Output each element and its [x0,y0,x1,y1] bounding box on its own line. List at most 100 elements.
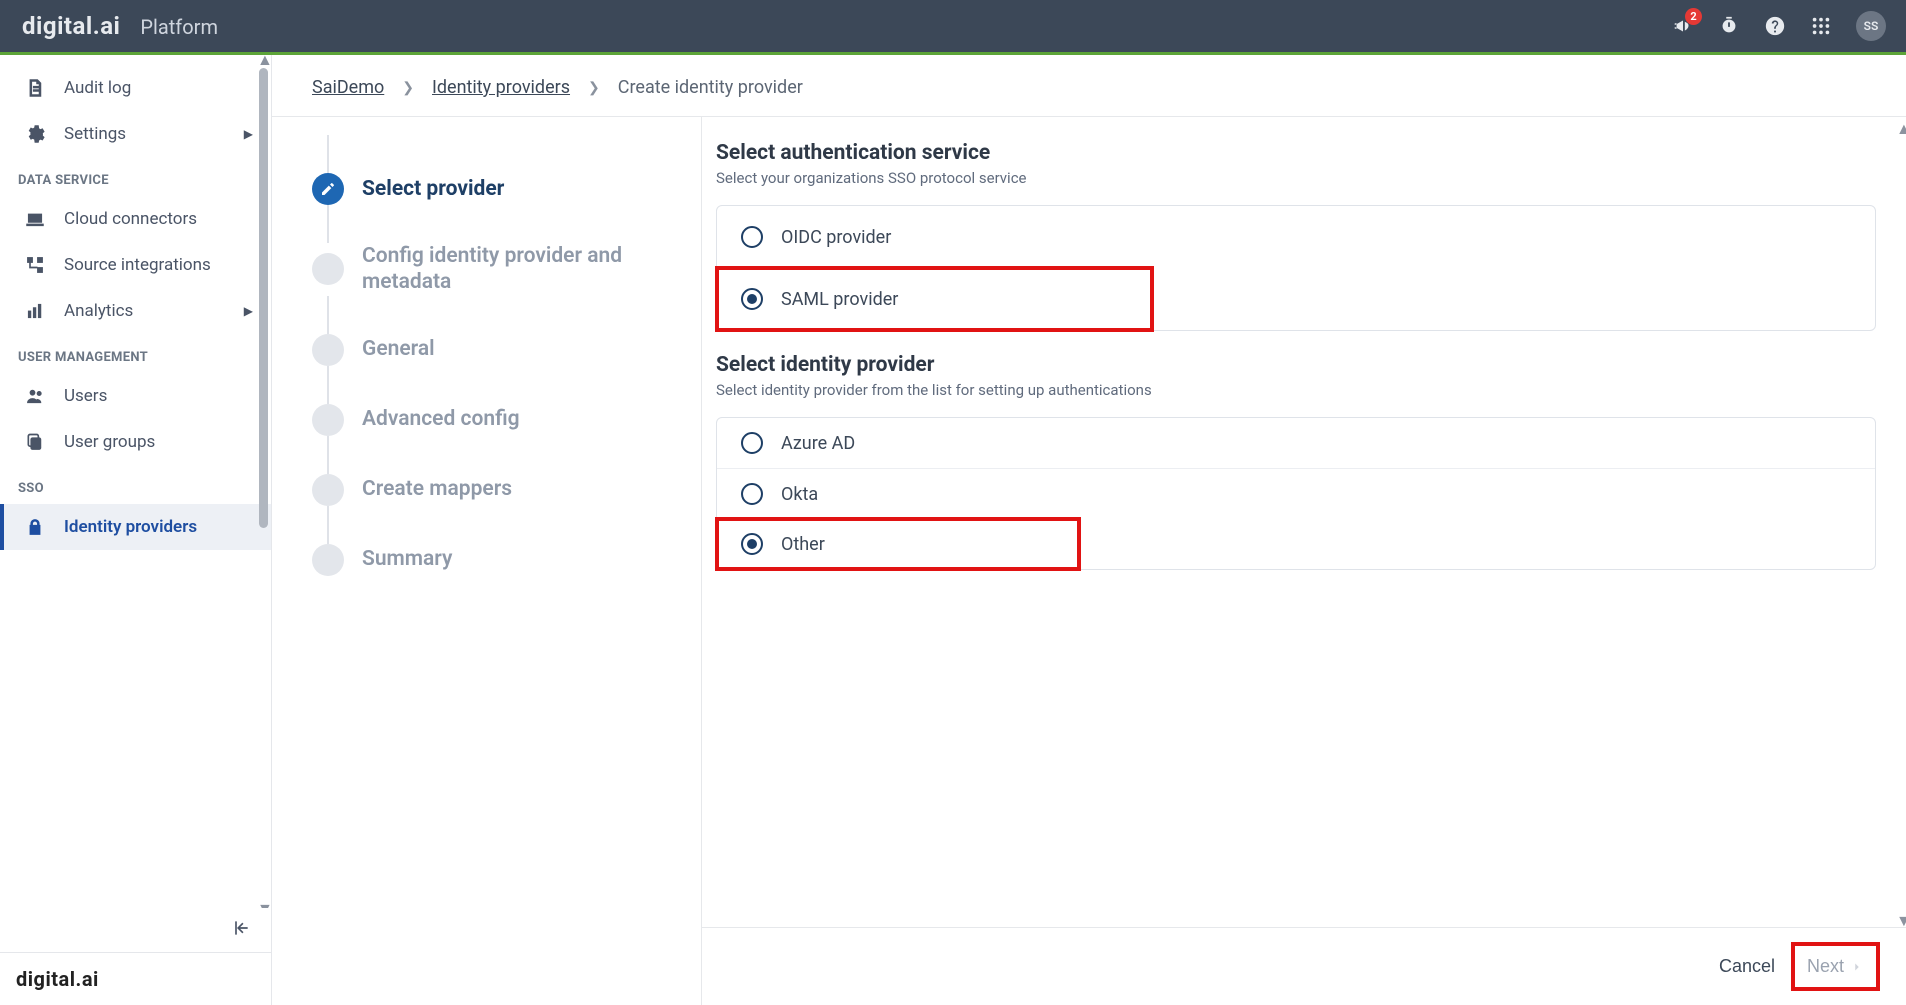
brand-platform: Platform [140,15,218,39]
pencil-icon [312,173,344,205]
form-panel: ▲ Select authentication service Select y… [702,117,1906,1005]
radio-label: OIDC provider [781,227,891,248]
sidebar-item-source-integrations[interactable]: Source integrations [0,242,271,288]
sidebar-item-cloud-connectors[interactable]: Cloud connectors [0,196,271,242]
highlight-other: Other [717,519,1079,569]
breadcrumb-link-identity-providers[interactable]: Identity providers [432,77,570,98]
chevron-right-icon: ❯ [588,80,600,96]
section-subtitle-idp: Select identity provider from the list f… [716,381,1876,399]
sidebar-item-user-groups[interactable]: User groups [0,419,271,465]
collapse-sidebar-icon[interactable] [231,923,251,942]
avatar[interactable]: SS [1856,11,1886,41]
step-dot-icon [312,253,344,285]
sidebar-item-label: Cloud connectors [64,209,197,229]
help-icon[interactable] [1764,15,1786,37]
step-dot-icon [312,544,344,576]
radio-oidc-provider[interactable]: OIDC provider [717,206,1875,268]
sidebar-item-label: Settings [64,124,126,144]
identity-provider-group: Azure AD Okta Other [716,417,1876,570]
wizard-step-label: Config identity provider and metadata [362,243,673,296]
step-dot-icon [312,404,344,436]
wizard-step-select-provider[interactable]: Select provider [312,173,673,205]
wizard-step-general[interactable]: General [312,334,673,366]
radio-icon [741,288,763,310]
wizard-step-create-mappers[interactable]: Create mappers [312,474,673,506]
main: SaiDemo ❯ Identity providers ❯ Create id… [272,55,1906,1005]
sidebar-section-user-management: USER MANAGEMENT [0,334,271,373]
next-button-label: Next [1807,956,1844,977]
wizard-step-label: Advanced config [362,406,520,432]
integration-icon [24,254,46,276]
sidebar: Audit log Settings ▶ DATA SERVICE Cloud … [0,55,272,1005]
auth-service-group: OIDC provider SAML provider [716,205,1876,331]
scroll-down-icon: ▼ [1896,911,1906,925]
sidebar-item-label: Identity providers [64,517,197,537]
sidebar-item-label: Source integrations [64,255,211,275]
brand: digital.ai Platform [22,12,218,40]
sidebar-item-label: Analytics [64,301,133,321]
step-dot-icon [312,334,344,366]
chevron-right-icon: ▶ [244,304,253,318]
highlight-saml: SAML provider [717,268,1152,330]
copy-icon [24,431,46,453]
chevron-right-icon: ▶ [244,127,253,141]
cancel-button[interactable]: Cancel [1719,956,1775,977]
wizard-step-config-metadata[interactable]: Config identity provider and metadata [312,243,673,296]
section-subtitle-auth: Select your organizations SSO protocol s… [716,169,1876,187]
wizard-step-summary[interactable]: Summary [312,544,673,576]
bar-chart-icon [24,300,46,322]
radio-other[interactable]: Other [717,519,849,569]
step-dot-icon [312,474,344,506]
sidebar-section-data-service: DATA SERVICE [0,157,271,196]
section-title-idp: Select identity provider [716,353,1876,377]
scroll-down-icon: ▼ [257,899,271,908]
wizard-step-label: General [362,336,435,362]
wizard-step-label: Summary [362,546,452,572]
top-bar: digital.ai Platform 2 SS [0,0,1906,55]
wizard-step-advanced-config[interactable]: Advanced config [312,404,673,436]
radio-icon [741,533,763,555]
wizard-steps: Select provider Config identity provider… [272,117,702,1005]
sidebar-item-audit-log[interactable]: Audit log [0,65,271,111]
notification-badge: 2 [1685,8,1702,25]
sidebar-item-analytics[interactable]: Analytics ▶ [0,288,271,334]
radio-label: Okta [781,484,818,505]
sidebar-section-sso: SSO [0,465,271,504]
sidebar-item-settings[interactable]: Settings ▶ [0,111,271,157]
wizard-step-label: Create mappers [362,476,512,502]
users-icon [24,385,46,407]
radio-icon [741,432,763,454]
radio-azure-ad[interactable]: Azure AD [717,418,1875,468]
device-icon [24,208,46,230]
footer-brand: digital.ai [16,967,99,991]
stopwatch-icon[interactable] [1718,15,1740,37]
sidebar-item-identity-providers[interactable]: Identity providers [0,504,271,550]
sidebar-item-label: User groups [64,432,155,452]
radio-label: SAML provider [781,289,898,310]
radio-label: Other [781,534,825,555]
radio-icon [741,483,763,505]
section-title-auth: Select authentication service [716,141,1876,165]
radio-okta[interactable]: Okta [717,468,1875,519]
announcements-icon[interactable]: 2 [1672,15,1694,37]
brand-logo: digital.ai [22,12,120,40]
breadcrumb-link-saidemo[interactable]: SaiDemo [312,77,384,98]
scroll-up-icon: ▲ [1896,119,1906,133]
sidebar-item-users[interactable]: Users [0,373,271,419]
sidebar-item-label: Audit log [64,78,131,98]
chevron-right-icon [1850,960,1864,974]
wizard-step-label: Select provider [362,176,504,202]
chevron-right-icon: ❯ [402,80,414,96]
breadcrumb-current: Create identity provider [618,77,803,98]
next-button[interactable]: Next [1795,946,1876,987]
document-icon [24,77,46,99]
sidebar-item-label: Users [64,386,107,406]
gear-icon [24,123,46,145]
sidebar-footer: digital.ai [0,952,271,1005]
radio-icon [741,226,763,248]
scroll-up-icon: ▲ [257,55,271,64]
radio-label: Azure AD [781,433,855,454]
breadcrumb: SaiDemo ❯ Identity providers ❯ Create id… [272,55,1906,117]
radio-saml-provider[interactable]: SAML provider [717,268,922,330]
apps-grid-icon[interactable] [1810,15,1832,37]
